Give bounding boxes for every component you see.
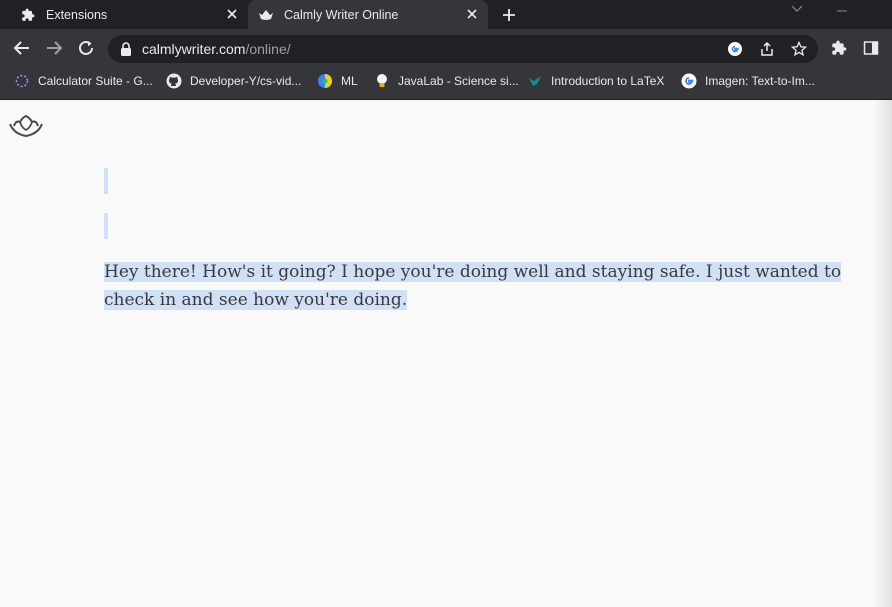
editor-text[interactable]: Hey there! How's it going? I hope you're…	[104, 258, 844, 314]
reload-button[interactable]	[74, 36, 98, 60]
bookmark-latex[interactable]: Introduction to LaTeX	[527, 68, 664, 94]
url-text[interactable]: calmlywriter.com/online/	[142, 41, 291, 57]
back-button[interactable]	[10, 36, 34, 60]
tab-search-icon[interactable]	[790, 0, 804, 12]
close-tab-icon[interactable]	[464, 6, 480, 22]
url-path: /online/	[245, 41, 291, 57]
selected-paragraph[interactable]: Hey there! How's it going? I hope you're…	[104, 262, 842, 310]
tab-calmly-writer[interactable]: Calmly Writer Online	[248, 0, 488, 29]
bookmark-developer-y[interactable]: Developer-Y/cs-vid...	[166, 68, 301, 94]
bookmark-calculator-suite[interactable]: Calculator Suite - G...	[14, 68, 153, 94]
new-tab-button[interactable]	[498, 4, 520, 26]
bookmark-ml[interactable]: ML	[317, 68, 358, 94]
side-panel-icon[interactable]	[862, 39, 880, 57]
lotus-icon	[258, 7, 274, 23]
tab-strip: Extensions Calmly Writer Online	[0, 0, 892, 29]
share-icon[interactable]	[758, 40, 776, 58]
dotted-circle-icon	[14, 73, 30, 89]
calmly-lotus-menu-icon[interactable]	[8, 114, 44, 140]
bird-icon	[527, 73, 543, 89]
google-lens-icon[interactable]	[726, 40, 744, 58]
editor-page: Hey there! How's it going? I hope you're…	[0, 100, 892, 607]
star-bookmark-icon[interactable]	[790, 40, 808, 58]
browser-toolbar: calmlywriter.com/online/	[0, 29, 892, 68]
bookmark-label: Calculator Suite - G...	[38, 74, 153, 88]
colorful-orb-icon	[317, 73, 333, 89]
bookmarks-bar: Calculator Suite - G... Developer-Y/cs-v…	[0, 68, 892, 100]
tab-title: Extensions	[46, 7, 108, 22]
minimize-icon[interactable]	[836, 0, 850, 12]
bookmark-label: Developer-Y/cs-vid...	[190, 74, 302, 88]
bookmark-javalab[interactable]: JavaLab - Science si...	[374, 68, 519, 94]
empty-line-selection[interactable]	[104, 213, 108, 239]
bookmark-label: Imagen: Text-to-Im...	[705, 74, 815, 88]
puzzle-icon	[20, 7, 36, 23]
url-domain: calmlywriter.com	[142, 41, 246, 57]
google-icon	[681, 73, 697, 89]
forward-button[interactable]	[42, 36, 66, 60]
lock-icon[interactable]	[120, 42, 132, 56]
close-tab-icon[interactable]	[224, 6, 240, 22]
panel-edge-shadow	[874, 100, 892, 607]
address-bar[interactable]: calmlywriter.com/online/	[108, 35, 818, 63]
lightbulb-icon	[374, 73, 390, 89]
bookmark-imagen[interactable]: Imagen: Text-to-Im...	[681, 68, 815, 94]
github-icon	[166, 73, 182, 89]
empty-line-selection[interactable]	[104, 168, 108, 194]
tab-extensions[interactable]: Extensions	[0, 0, 248, 29]
extensions-icon[interactable]	[830, 39, 848, 57]
tab-title: Calmly Writer Online	[284, 7, 399, 22]
bookmark-label: JavaLab - Science si...	[398, 74, 519, 88]
bookmark-label: ML	[341, 74, 358, 88]
bookmark-label: Introduction to LaTeX	[551, 74, 665, 88]
